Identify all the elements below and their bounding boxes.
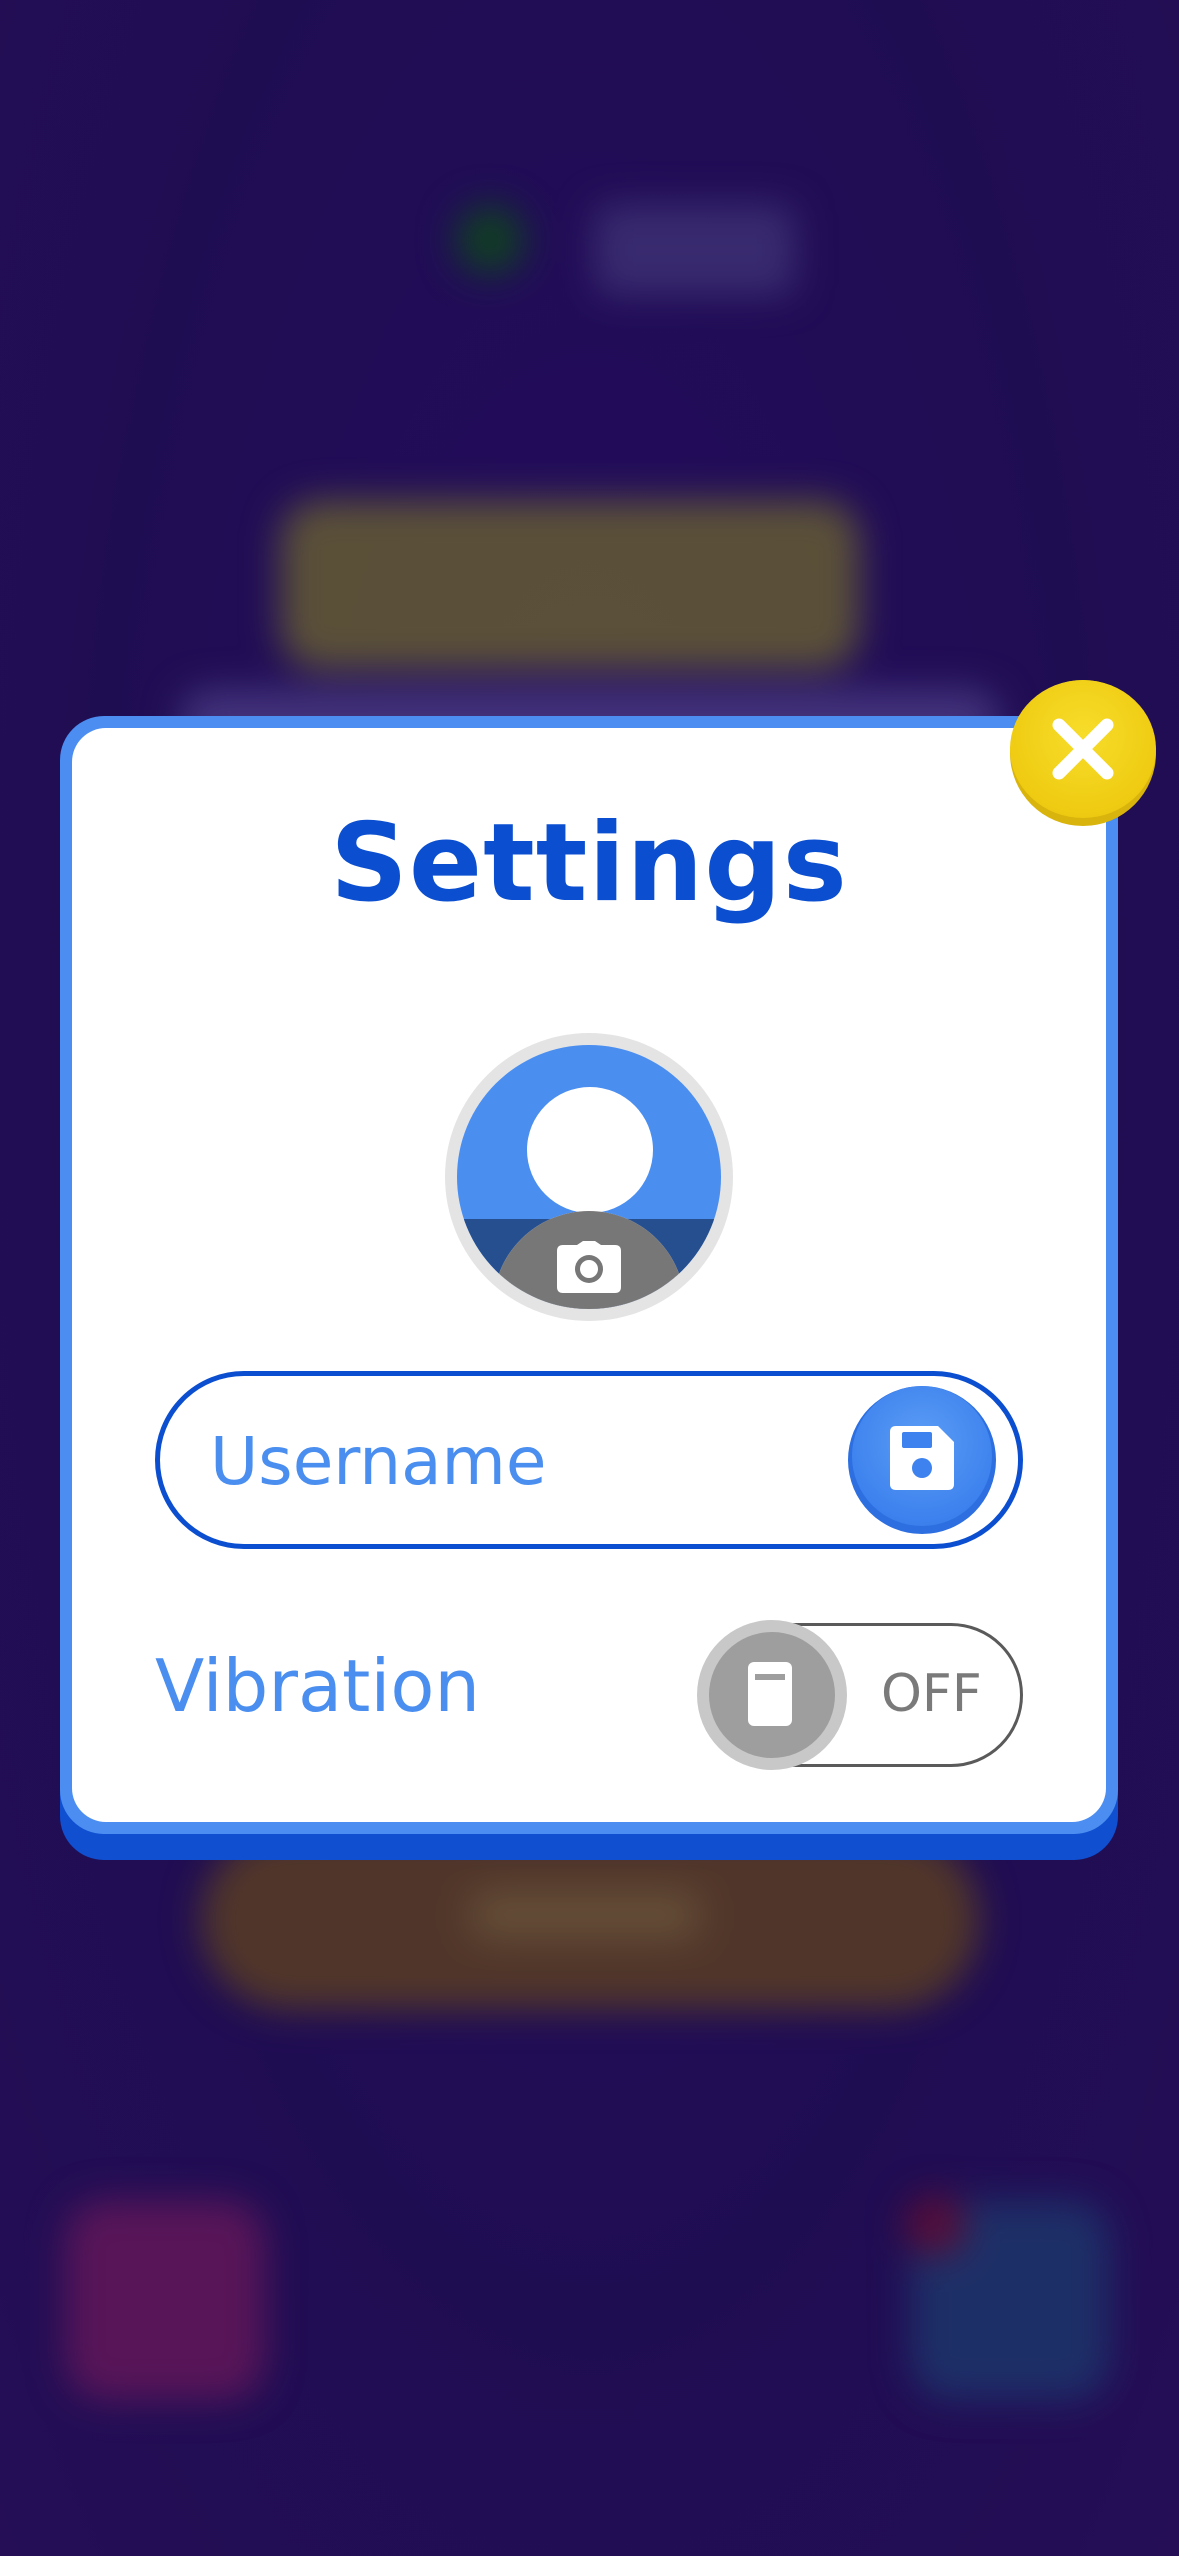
username-input[interactable] [210, 1416, 830, 1506]
settings-title: Settings [330, 801, 848, 926]
user-silhouette-icon [527, 1087, 653, 1213]
save-username-button[interactable] [848, 1386, 996, 1534]
camera-icon [557, 1241, 621, 1297]
vibration-state-label: OFF [881, 1664, 982, 1724]
avatar-picker[interactable] [445, 1033, 733, 1321]
avatar [457, 1045, 721, 1309]
vibration-label: Vibration [155, 1644, 481, 1728]
close-button[interactable] [1010, 680, 1156, 826]
vibration-toggle[interactable]: OFF [697, 1620, 1023, 1770]
vibration-toggle-knob[interactable] [697, 1620, 847, 1770]
